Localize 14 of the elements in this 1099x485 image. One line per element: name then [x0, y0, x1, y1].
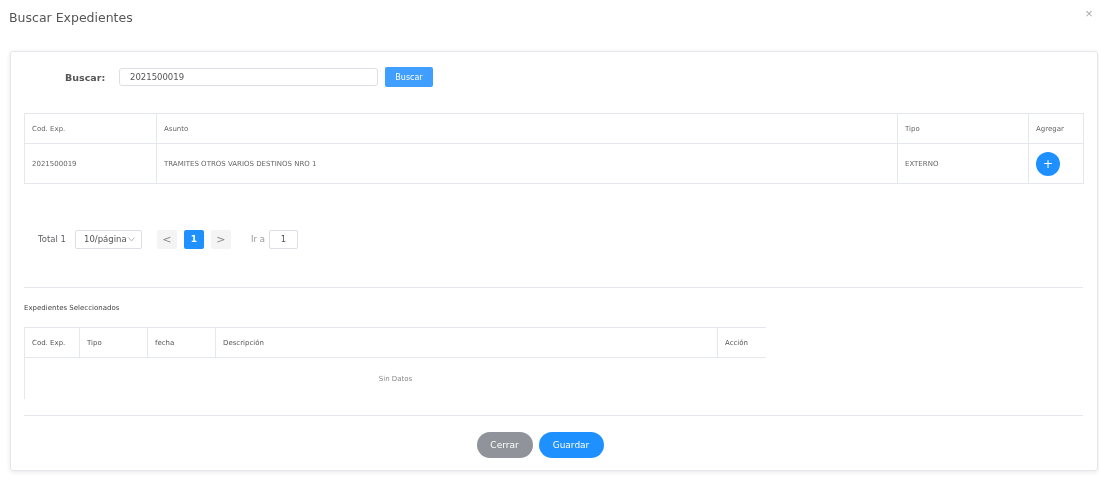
- dialog-title: Buscar Expedientes: [9, 10, 133, 25]
- search-field[interactable]: 2021500019: [119, 68, 378, 86]
- total-count: Total 1: [38, 234, 66, 244]
- goto-page-field[interactable]: 1: [268, 229, 298, 249]
- page-button[interactable]: 1: [183, 229, 204, 249]
- close-button[interactable]: ×: [1082, 5, 1096, 21]
- chevron-down-icon: [127, 236, 135, 242]
- page-size-select[interactable]: 10/página: [74, 229, 142, 249]
- goto-label: Ir a: [250, 234, 265, 244]
- search-button[interactable]: Buscar: [385, 67, 433, 87]
- search-label: Buscar:: [65, 71, 107, 83]
- footer-button[interactable]: Guardar: [538, 432, 604, 458]
- footer-button[interactable]: Cerrar: [476, 432, 533, 458]
- add-button[interactable]: +: [1036, 151, 1060, 176]
